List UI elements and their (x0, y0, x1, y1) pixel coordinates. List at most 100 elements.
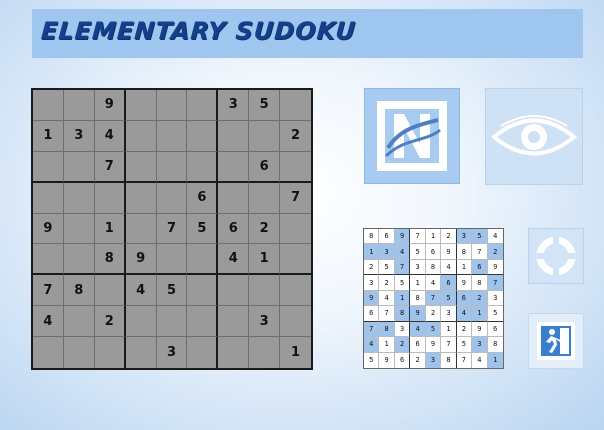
board-cell[interactable]: 1 (33, 120, 64, 152)
board-cell[interactable] (125, 120, 157, 152)
board-cell[interactable] (187, 275, 219, 307)
board-cell[interactable]: 9 (94, 90, 126, 121)
board-cell[interactable] (249, 182, 281, 214)
board-cell[interactable] (63, 337, 95, 368)
board-cell[interactable]: 1 (249, 244, 281, 276)
board-cell[interactable] (156, 182, 188, 214)
show-solution-button[interactable] (485, 88, 583, 185)
board-cell[interactable] (156, 244, 188, 276)
board-cell[interactable]: 6 (249, 151, 281, 183)
board-cell[interactable] (280, 275, 311, 307)
board-cell[interactable] (187, 306, 219, 338)
board-cell[interactable] (94, 275, 126, 307)
board-cell[interactable]: 7 (156, 213, 188, 245)
board-cell[interactable] (63, 151, 95, 183)
board-cell[interactable] (94, 337, 126, 368)
board-cell[interactable] (280, 213, 311, 245)
board-cell[interactable]: 4 (125, 275, 157, 307)
board-cell[interactable] (187, 120, 219, 152)
board-cell[interactable]: 4 (94, 120, 126, 152)
board-cell[interactable]: 1 (94, 213, 126, 245)
board-cell[interactable] (94, 182, 126, 214)
board-cell[interactable] (63, 306, 95, 338)
sudoku-board[interactable]: 935134276679175628941784542331 (31, 88, 313, 370)
board-cell[interactable]: 5 (187, 213, 219, 245)
board-cell[interactable] (187, 90, 219, 121)
board-cell[interactable] (63, 182, 95, 214)
board-cell[interactable] (218, 182, 250, 214)
board-cell[interactable]: 9 (125, 244, 157, 276)
preview-cell: 8 (441, 352, 457, 368)
preview-cell: 7 (379, 306, 395, 322)
board-cell[interactable] (249, 275, 281, 307)
board-cell[interactable] (63, 244, 95, 276)
preview-cell: 5 (441, 290, 457, 307)
board-cell[interactable] (156, 120, 188, 152)
preview-cell: 3 (472, 337, 488, 353)
board-cell[interactable] (125, 213, 157, 245)
board-cell[interactable] (187, 244, 219, 276)
board-cell[interactable] (125, 182, 157, 214)
board-cell[interactable]: 3 (156, 337, 188, 368)
board-cell[interactable] (218, 120, 250, 152)
board-cell[interactable]: 7 (280, 182, 311, 214)
board-cell[interactable]: 9 (33, 213, 64, 245)
board-cell[interactable] (125, 90, 157, 121)
board-cell[interactable] (280, 244, 311, 276)
board-cell[interactable] (218, 151, 250, 183)
preview-cell: 4 (364, 337, 380, 353)
board-cell[interactable] (33, 337, 64, 368)
new-game-button[interactable] (364, 88, 460, 184)
board-cell[interactable]: 4 (33, 306, 64, 338)
preview-cell: 9 (394, 229, 411, 245)
board-cell[interactable] (125, 306, 157, 338)
board-cell[interactable] (125, 337, 157, 368)
preview-cell: 9 (379, 352, 395, 368)
board-cell[interactable]: 7 (94, 151, 126, 183)
board-cell[interactable]: 2 (280, 120, 311, 152)
board-cell[interactable] (63, 90, 95, 121)
board-cell[interactable] (218, 306, 250, 338)
board-cell[interactable] (33, 151, 64, 183)
board-cell[interactable] (218, 275, 250, 307)
restart-button[interactable] (528, 228, 584, 284)
board-cell[interactable]: 3 (218, 90, 250, 121)
board-cell[interactable]: 5 (156, 275, 188, 307)
solution-preview-grid: 8697123541345698722573841693251469879418… (363, 228, 504, 369)
board-cell[interactable]: 5 (249, 90, 281, 121)
board-cell[interactable] (156, 151, 188, 183)
preview-cell: 2 (456, 321, 473, 338)
board-cell[interactable] (33, 182, 64, 214)
board-cell[interactable] (187, 151, 219, 183)
board-cell[interactable]: 6 (218, 213, 250, 245)
board-cell[interactable] (33, 244, 64, 276)
board-cell[interactable]: 8 (94, 244, 126, 276)
board-cell[interactable] (187, 337, 219, 368)
board-cell[interactable] (280, 151, 311, 183)
board-cell[interactable]: 1 (280, 337, 311, 368)
board-cell[interactable] (249, 120, 281, 152)
preview-cell: 9 (425, 337, 442, 353)
exit-button[interactable] (528, 313, 584, 369)
preview-cell: 4 (441, 259, 457, 276)
preview-cell: 1 (364, 244, 380, 260)
board-cell[interactable]: 2 (249, 213, 281, 245)
board-cell[interactable] (156, 306, 188, 338)
board-cell[interactable] (249, 337, 281, 368)
board-cell[interactable]: 3 (63, 120, 95, 152)
board-cell[interactable]: 7 (33, 275, 64, 307)
board-cell[interactable] (33, 90, 64, 121)
board-cell[interactable] (125, 151, 157, 183)
board-cell[interactable] (280, 306, 311, 338)
board-cell[interactable]: 8 (63, 275, 95, 307)
board-cell[interactable]: 4 (218, 244, 250, 276)
board-cell[interactable] (218, 337, 250, 368)
preview-cell: 3 (394, 321, 411, 338)
preview-cell: 5 (425, 321, 442, 338)
board-cell[interactable] (280, 90, 311, 121)
board-cell[interactable] (63, 213, 95, 245)
board-cell[interactable] (156, 90, 188, 121)
board-cell[interactable]: 3 (249, 306, 281, 338)
board-cell[interactable]: 2 (94, 306, 126, 338)
board-cell[interactable]: 6 (187, 182, 219, 214)
